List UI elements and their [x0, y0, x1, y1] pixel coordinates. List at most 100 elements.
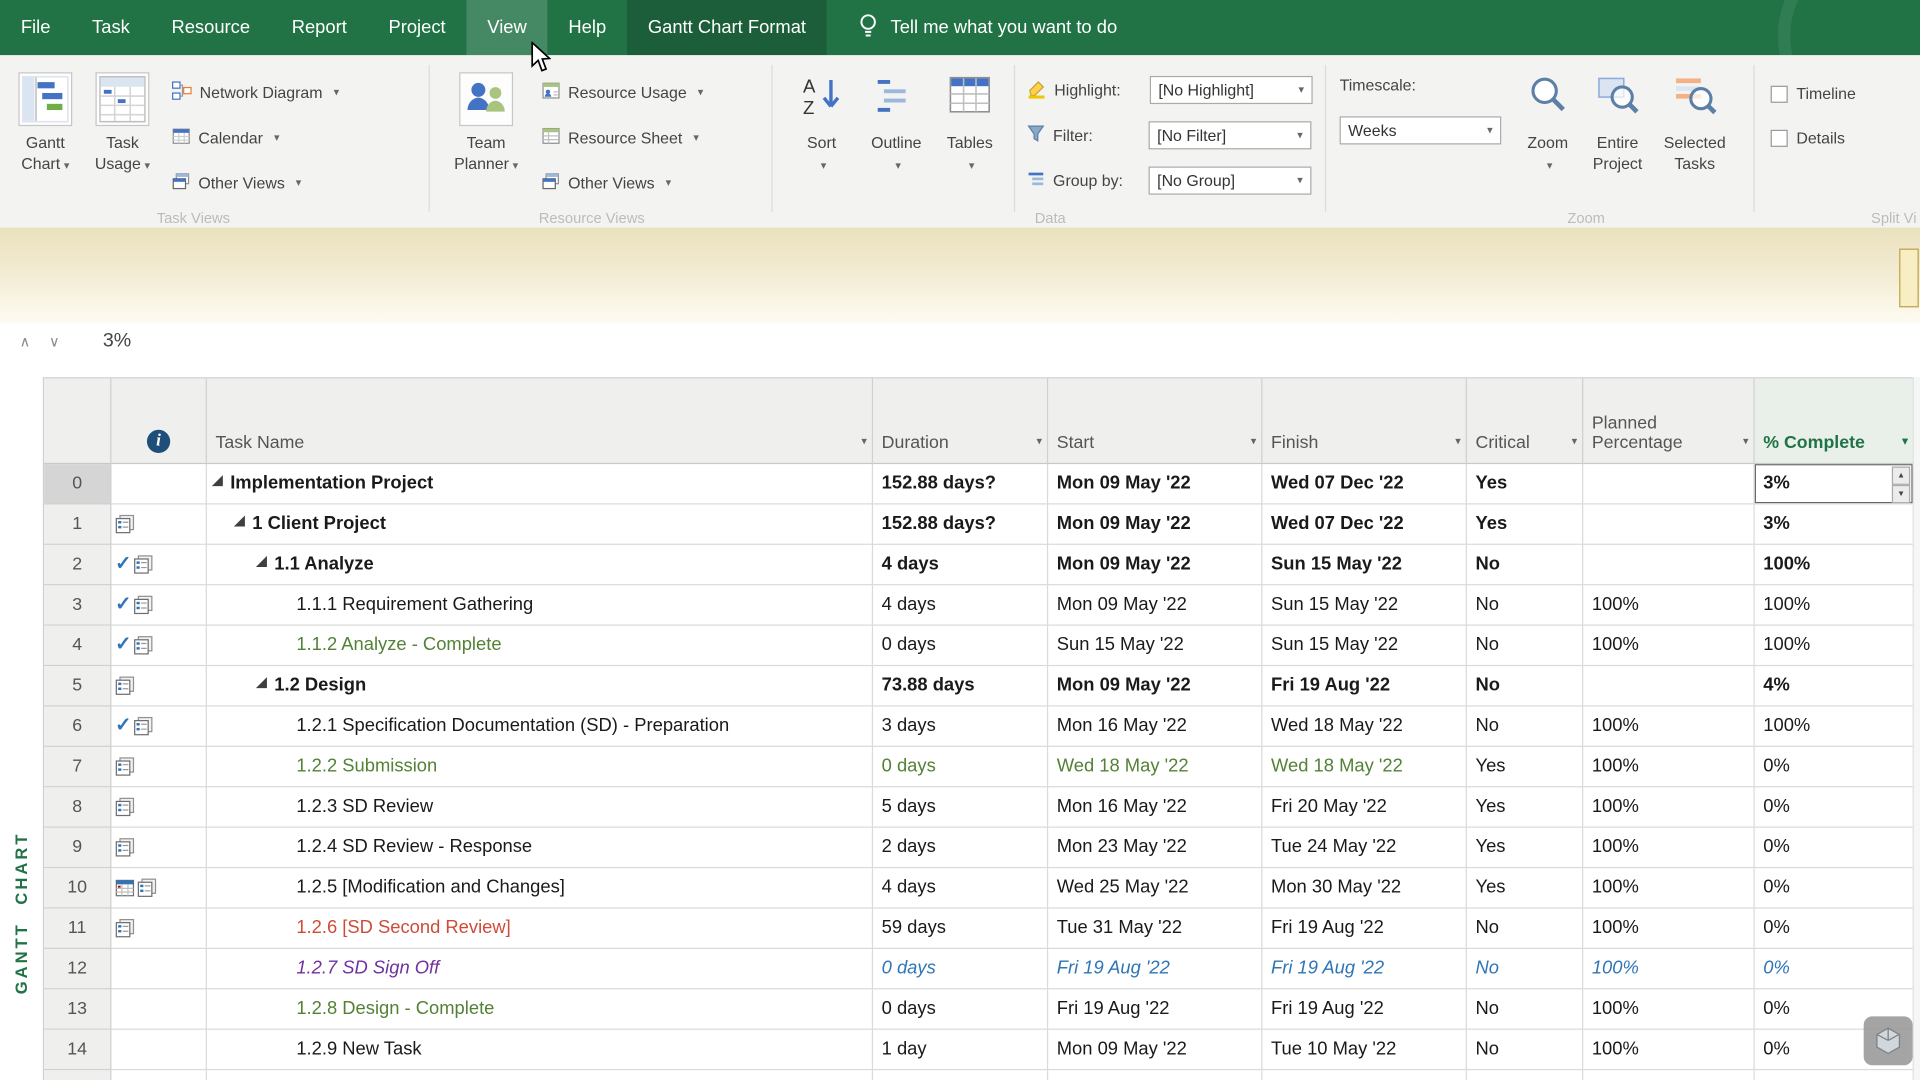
cell-start[interactable]: Mon 16 May '22 — [1048, 787, 1262, 827]
cell-finish[interactable]: Wed 18 May '22 — [1262, 707, 1466, 747]
cell-duration[interactable]: 3 days — [873, 707, 1048, 747]
cell-critical[interactable]: Yes — [1467, 787, 1583, 827]
row-number[interactable]: 8 — [44, 787, 111, 827]
col-header-task-name[interactable]: Task Name▾ — [207, 378, 873, 464]
cell-task-name[interactable]: 1.2.1 Specification Documentation (SD) -… — [207, 707, 873, 747]
cell-finish[interactable]: Fri 19 Aug '22 — [1262, 949, 1466, 989]
cell-start[interactable]: Fri 19 Aug '22 — [1048, 949, 1262, 989]
cell-percent-complete[interactable]: 0% — [1755, 787, 1914, 827]
info-indicators[interactable] — [111, 949, 207, 989]
cell-planned-percentage[interactable]: 100% — [1583, 787, 1754, 827]
collapse-triangle-icon[interactable] — [234, 516, 245, 527]
timescale-dropdown[interactable]: Weeks▾ — [1340, 116, 1502, 144]
row-number[interactable]: 2 — [44, 545, 111, 585]
row-number[interactable]: 5 — [44, 666, 111, 706]
cell-start[interactable]: Mon 09 May '22 — [1048, 1070, 1262, 1080]
filter-caret-icon[interactable]: ▾ — [1036, 431, 1042, 451]
timeline-checkbox-box[interactable] — [1771, 85, 1788, 102]
info-indicators[interactable]: ✓ — [111, 626, 207, 666]
cell-start[interactable]: Wed 25 May '22 — [1048, 868, 1262, 908]
row-number[interactable]: 9 — [44, 828, 111, 868]
collapse-triangle-icon[interactable] — [212, 475, 223, 486]
filter-caret-icon[interactable]: ▾ — [1251, 431, 1257, 451]
cell-start[interactable]: Mon 09 May '22 — [1048, 666, 1262, 706]
cell-percent-complete[interactable]: 0% — [1755, 949, 1914, 989]
cell-percent-complete[interactable]: 0% — [1755, 909, 1914, 949]
cell-planned-percentage[interactable]: 100% — [1583, 585, 1754, 625]
network-diagram-button[interactable]: Network Diagram ▾ — [171, 76, 339, 108]
col-header-percent-complete[interactable]: % Complete▾ — [1755, 378, 1914, 464]
cell-critical[interactable]: No — [1467, 585, 1583, 625]
cell-critical[interactable]: No — [1467, 989, 1583, 1029]
cell-task-name[interactable]: Implementation Project — [207, 464, 873, 504]
info-indicators[interactable] — [111, 1030, 207, 1070]
menu-tab-help[interactable]: Help — [548, 0, 627, 55]
info-indicators[interactable] — [111, 464, 207, 504]
cell-planned-percentage[interactable] — [1583, 545, 1754, 585]
cell-duration[interactable]: 1 day — [873, 1030, 1048, 1070]
cell-finish[interactable]: Wed 07 Dec '22 — [1262, 504, 1466, 544]
cell-task-name[interactable]: 1.1 Analyze — [207, 545, 873, 585]
cell-planned-percentage[interactable]: 100% — [1583, 828, 1754, 868]
cell-planned-percentage[interactable] — [1583, 666, 1754, 706]
cell-critical[interactable]: Yes — [1467, 464, 1583, 504]
info-indicators[interactable]: ✓ — [111, 545, 207, 585]
cell-duration[interactable]: 152.88 days? — [873, 504, 1048, 544]
col-header-critical[interactable]: Critical▾ — [1467, 378, 1583, 464]
cell-planned-percentage[interactable]: 100% — [1583, 868, 1754, 908]
cell-planned-percentage[interactable]: 100% — [1583, 626, 1754, 666]
cell-planned-percentage[interactable]: 100% — [1583, 1030, 1754, 1070]
team-planner-button[interactable]: TeamPlanner▾ — [441, 72, 532, 176]
menu-tab-report[interactable]: Report — [271, 0, 368, 55]
cell-duration[interactable]: 0 days — [873, 949, 1048, 989]
spinner-up-button[interactable]: ▲ — [1892, 467, 1910, 485]
cell-finish[interactable]: Mon 30 May '22 — [1262, 868, 1466, 908]
timeline-checkbox[interactable]: Timeline — [1771, 84, 1856, 102]
cell-critical[interactable]: No — [1467, 1070, 1583, 1080]
col-header-finish[interactable]: Finish▾ — [1262, 378, 1466, 464]
cell-start[interactable]: Mon 23 May '22 — [1048, 828, 1262, 868]
filter-caret-icon[interactable]: ▾ — [1572, 431, 1578, 451]
calendar-view-button[interactable]: Calendar ▾ — [171, 121, 279, 153]
cell-duration[interactable]: 4 days — [873, 1070, 1048, 1080]
cell-planned-percentage[interactable]: 100% — [1583, 909, 1754, 949]
cell-task-name[interactable]: 1.2.10 New Task — [207, 1070, 873, 1080]
info-indicators[interactable] — [111, 909, 207, 949]
cell-finish[interactable]: Fri 19 Aug '22 — [1262, 909, 1466, 949]
info-indicators[interactable] — [111, 504, 207, 544]
row-number[interactable]: 7 — [44, 747, 111, 787]
row-number[interactable]: 15 — [44, 1070, 111, 1080]
collapse-triangle-icon[interactable] — [256, 677, 267, 688]
cell-finish[interactable]: Fri 19 Aug '22 — [1262, 989, 1466, 1029]
info-indicators[interactable] — [111, 787, 207, 827]
cell-finish[interactable]: Wed 07 Dec '22 — [1262, 464, 1466, 504]
col-header-planned-percentage[interactable]: Planned Percentage▾ — [1583, 378, 1754, 464]
info-indicators[interactable]: ✓ — [111, 707, 207, 747]
selected-tasks-button[interactable]: SelectedTasks — [1656, 72, 1734, 174]
cell-percent-complete[interactable]: 3% — [1755, 504, 1914, 544]
info-indicators[interactable]: ✓ — [111, 585, 207, 625]
menu-tab-gantt-chart-format[interactable]: Gantt Chart Format — [627, 0, 827, 55]
row-number[interactable]: 10 — [44, 868, 111, 908]
entry-up-chevron[interactable]: ∧ — [20, 333, 31, 350]
cell-percent-complete[interactable]: 0% — [1755, 747, 1914, 787]
cell-percent-complete[interactable]: 100% — [1755, 707, 1914, 747]
select-all-corner[interactable] — [44, 378, 111, 464]
cell-start[interactable]: Fri 19 Aug '22 — [1048, 989, 1262, 1029]
zoom-button[interactable]: Zoom▾ — [1516, 72, 1580, 176]
info-indicators[interactable] — [111, 666, 207, 706]
cell-critical[interactable]: Yes — [1467, 868, 1583, 908]
row-number[interactable]: 1 — [44, 504, 111, 544]
cell-task-name[interactable]: 1.1.1 Requirement Gathering — [207, 585, 873, 625]
cell-task-name[interactable]: 1.1.2 Analyze - Complete — [207, 626, 873, 666]
cell-task-name[interactable]: 1.2.7 SD Sign Off — [207, 949, 873, 989]
group-by-dropdown[interactable]: [No Group]▾ — [1149, 167, 1312, 195]
cell-planned-percentage[interactable]: 100% — [1583, 949, 1754, 989]
filter-caret-icon[interactable]: ▾ — [1455, 431, 1461, 451]
info-indicators[interactable] — [111, 828, 207, 868]
cell-percent-complete[interactable]: 100% — [1755, 626, 1914, 666]
row-number[interactable]: 3 — [44, 585, 111, 625]
cell-planned-percentage[interactable]: 100% — [1583, 989, 1754, 1029]
cell-start[interactable]: Wed 18 May '22 — [1048, 747, 1262, 787]
cell-task-name[interactable]: 1.2.8 Design - Complete — [207, 989, 873, 1029]
